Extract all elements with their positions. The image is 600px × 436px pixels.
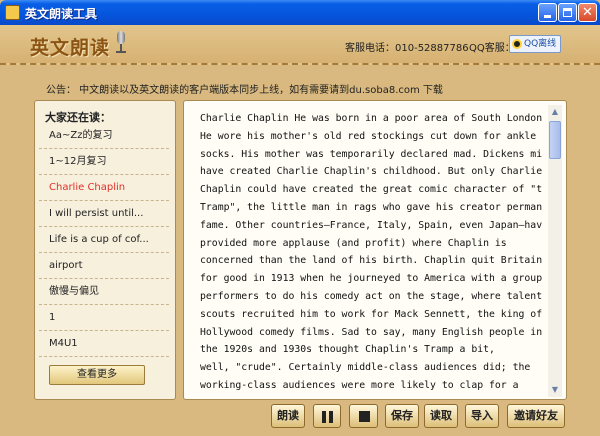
reading-textarea[interactable]: Charlie Chaplin He was born in a poor ar…: [200, 110, 542, 398]
read-button[interactable]: 朗读: [271, 404, 305, 428]
maximize-button[interactable]: [558, 3, 577, 22]
sidebar-item[interactable]: Aa~Zz的复习: [39, 123, 169, 149]
microphone-icon: [115, 31, 127, 55]
pause-button[interactable]: [313, 404, 341, 428]
app-logo: 英文朗读: [30, 37, 111, 59]
app-header: 英文朗读 客服电话：010-52887786 QQ客服： QQ离线: [0, 25, 600, 65]
title-bar[interactable]: 英文朗读工具 ✕: [0, 0, 600, 25]
scroll-down-icon[interactable]: ▼: [548, 383, 562, 397]
close-button[interactable]: ✕: [578, 3, 597, 22]
invite-friends-button[interactable]: 邀请好友: [507, 404, 565, 428]
sidebar-item[interactable]: airport: [39, 253, 169, 279]
announcement: 公告： 中文朗读以及英文朗读的客户端版本同步上线，如有需要请到du.soba8.…: [46, 85, 443, 96]
scroll-thumb[interactable]: [549, 121, 561, 159]
maximize-icon: [563, 8, 572, 17]
minimize-icon: [544, 15, 551, 18]
import-button[interactable]: 导入: [465, 404, 499, 428]
sidebar-item-active[interactable]: Charlie Chaplin: [39, 175, 169, 201]
close-icon: ✕: [582, 5, 593, 20]
qq-label: QQ客服：: [469, 43, 515, 54]
save-button[interactable]: 保存: [385, 404, 419, 428]
qq-status-label: QQ离线: [524, 39, 557, 49]
sidebar-item[interactable]: M4U1: [39, 331, 169, 357]
popular-sidebar: 大家还在读： Aa~Zz的复习 1~12月复习 Charlie Chaplin …: [34, 100, 176, 400]
sidebar-item[interactable]: Life is a cup of cof...: [39, 227, 169, 253]
sidebar-item[interactable]: 1~12月复习: [39, 149, 169, 175]
qq-status-button[interactable]: QQ离线: [509, 35, 561, 53]
reading-area[interactable]: Charlie Chaplin He was born in a poor ar…: [183, 100, 567, 400]
minimize-button[interactable]: [538, 3, 557, 22]
vertical-scrollbar[interactable]: ▲ ▼: [548, 105, 562, 397]
scroll-up-icon[interactable]: ▲: [548, 105, 562, 119]
sidebar-item[interactable]: 傲慢与偏见: [39, 279, 169, 305]
contact-phone: 客服电话：010-52887786: [345, 43, 469, 54]
sidebar-list: Aa~Zz的复习 1~12月复习 Charlie Chaplin I will …: [39, 123, 169, 357]
see-more-button[interactable]: 查看更多: [49, 365, 145, 385]
sidebar-item[interactable]: I will persist until...: [39, 201, 169, 227]
stop-icon: [359, 411, 370, 422]
qq-penguin-icon: [512, 39, 522, 49]
window-title: 英文朗读工具: [25, 7, 98, 21]
fetch-button[interactable]: 读取: [424, 404, 458, 428]
sidebar-item[interactable]: 1: [39, 305, 169, 331]
app-icon: [5, 5, 20, 20]
stop-button[interactable]: [349, 404, 378, 428]
